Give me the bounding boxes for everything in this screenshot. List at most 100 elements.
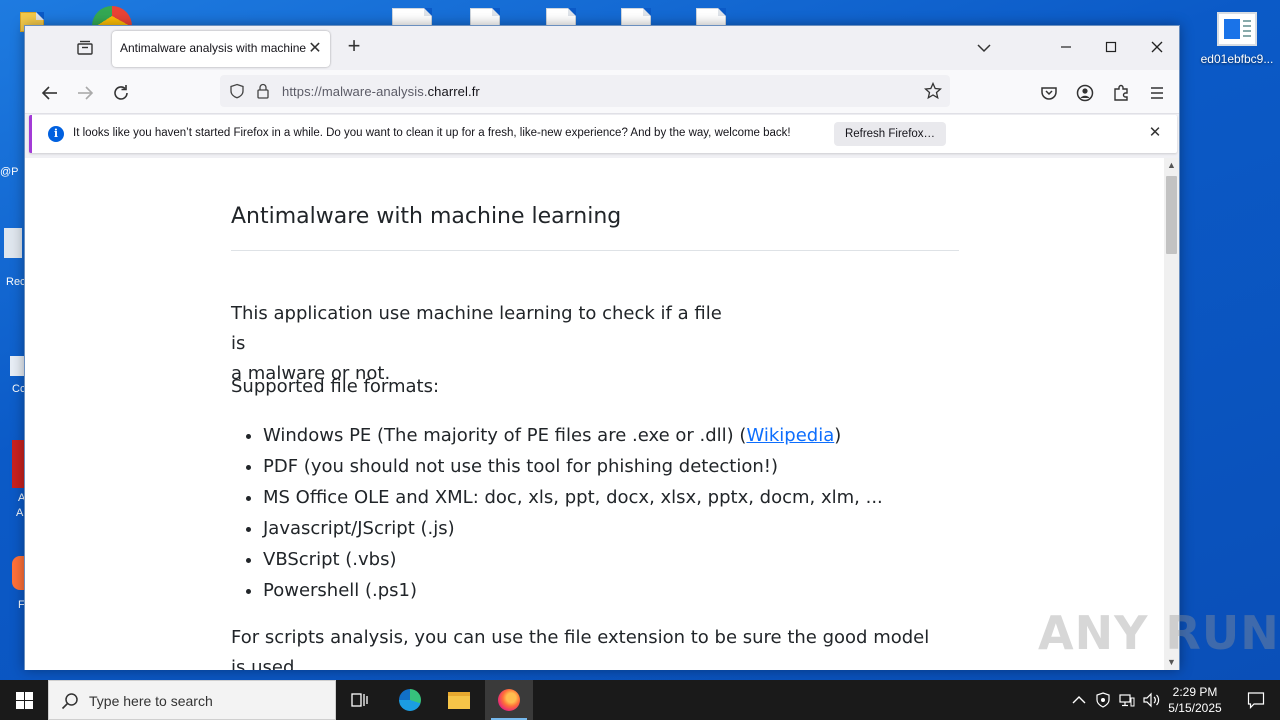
tab-active[interactable]: Antimalware analysis with machine learni… bbox=[112, 31, 330, 67]
task-view-icon bbox=[351, 693, 368, 707]
minimize-icon bbox=[1061, 46, 1071, 48]
notification-icon bbox=[1247, 692, 1265, 709]
notification-close-button[interactable]: ✕ bbox=[1147, 125, 1163, 141]
action-center-button[interactable] bbox=[1234, 680, 1280, 720]
folder-icon bbox=[448, 692, 470, 709]
page-title: Antimalware with machine learning bbox=[231, 204, 622, 229]
scroll-up-arrow-icon[interactable]: ▲ bbox=[1164, 158, 1179, 173]
network-tray-button[interactable] bbox=[1117, 680, 1137, 720]
tab-bar: Antimalware analysis with machine learni… bbox=[25, 26, 1179, 70]
firefox-window: Antimalware analysis with machine learni… bbox=[24, 25, 1180, 670]
refresh-firefox-notification: i It looks like you haven’t started Fire… bbox=[29, 115, 1177, 153]
desktop-file-ed01ebfbc9[interactable]: ed01ebfbc9... bbox=[1200, 12, 1274, 66]
app-menu-button[interactable] bbox=[1144, 80, 1170, 106]
list-item: VBScript (.vbs) bbox=[263, 544, 943, 575]
account-icon bbox=[1076, 84, 1094, 102]
lock-icon[interactable] bbox=[256, 82, 270, 100]
edge-icon bbox=[399, 689, 421, 711]
speaker-icon bbox=[1143, 692, 1160, 708]
list-item: Powershell (.ps1) bbox=[263, 575, 943, 606]
network-icon bbox=[1119, 694, 1135, 707]
file-icon[interactable] bbox=[696, 8, 726, 26]
list-all-tabs-button[interactable] bbox=[971, 36, 997, 60]
show-hidden-icons-button[interactable] bbox=[1068, 680, 1090, 720]
list-item: Windows PE (The majority of PE files are… bbox=[263, 420, 943, 451]
scripts-paragraph: For scripts analysis, you can use the fi… bbox=[231, 627, 930, 670]
chrome-icon[interactable] bbox=[92, 6, 132, 26]
defender-tray-button[interactable] bbox=[1094, 680, 1112, 720]
vertical-scrollbar[interactable]: ▲ ▼ bbox=[1164, 158, 1179, 670]
taskbar-clock[interactable]: 2:29 PM 5/15/2025 bbox=[1160, 684, 1230, 716]
file-icon[interactable] bbox=[470, 8, 500, 26]
volume-tray-button[interactable] bbox=[1141, 680, 1161, 720]
maximize-icon bbox=[1105, 41, 1117, 53]
chevron-down-icon bbox=[977, 44, 991, 53]
search-placeholder: Type here to search bbox=[89, 693, 213, 709]
scroll-thumb[interactable] bbox=[1166, 176, 1177, 254]
navigation-toolbar: https://malware-analysis.charrel.fr bbox=[25, 70, 1179, 114]
page-viewport: Antimalware with machine learning This a… bbox=[25, 158, 1165, 670]
firefox-view-icon bbox=[77, 40, 93, 55]
pocket-button[interactable] bbox=[1036, 80, 1062, 106]
desktop-file-label: ed01ebfbc9... bbox=[1200, 52, 1274, 66]
task-view-button[interactable] bbox=[336, 680, 384, 720]
shield-icon[interactable] bbox=[229, 83, 245, 99]
extensions-button[interactable] bbox=[1108, 80, 1134, 106]
link-close-paren: ) bbox=[834, 425, 842, 446]
bookmark-star-icon[interactable] bbox=[924, 82, 942, 100]
list-item: PDF (you should not use this tool for ph… bbox=[263, 451, 943, 482]
list-item: Javascript/JScript (.js) bbox=[263, 513, 943, 544]
back-button[interactable] bbox=[37, 80, 63, 106]
clock-time: 2:29 PM bbox=[1172, 685, 1218, 699]
search-icon bbox=[61, 693, 78, 710]
firefox-view-button[interactable] bbox=[75, 38, 95, 58]
hamburger-menu-icon bbox=[1151, 87, 1163, 99]
chevron-up-icon bbox=[1072, 696, 1086, 704]
desktop-icon-label: @P bbox=[0, 166, 19, 178]
firefox-taskbar-button[interactable] bbox=[485, 680, 533, 720]
reload-button[interactable] bbox=[108, 80, 134, 106]
file-icon[interactable] bbox=[392, 8, 432, 26]
clock-date: 5/15/2025 bbox=[1168, 701, 1222, 715]
arrow-right-icon bbox=[78, 86, 94, 100]
account-button[interactable] bbox=[1072, 80, 1098, 106]
url-bar[interactable]: https://malware-analysis.charrel.fr bbox=[220, 75, 950, 107]
start-button[interactable] bbox=[0, 680, 48, 720]
list-item: MS Office OLE and XML: doc, xls, ppt, do… bbox=[263, 482, 943, 513]
file-explorer-taskbar-button[interactable] bbox=[435, 680, 483, 720]
wikipedia-link[interactable]: Wikipedia bbox=[746, 425, 834, 446]
recycle-bin-icon[interactable] bbox=[4, 228, 22, 258]
acrobat-icon[interactable] bbox=[12, 440, 24, 488]
forward-button[interactable] bbox=[72, 80, 98, 106]
document-icon bbox=[1217, 12, 1257, 46]
puzzle-icon bbox=[1114, 84, 1128, 101]
reload-icon bbox=[114, 85, 128, 100]
intro-line-1: This application use machine learning to… bbox=[231, 303, 722, 354]
file-icon[interactable] bbox=[621, 8, 651, 26]
close-window-button[interactable] bbox=[1144, 36, 1170, 60]
url-prefix: https://malware-analysis. bbox=[282, 84, 428, 99]
firefox-icon bbox=[498, 689, 520, 711]
tab-title: Antimalware analysis with machine learni… bbox=[120, 41, 306, 55]
pocket-icon bbox=[1041, 87, 1057, 100]
minimize-button[interactable] bbox=[1053, 36, 1079, 60]
divider bbox=[231, 250, 959, 251]
arrow-left-icon bbox=[41, 86, 57, 100]
anyrun-watermark: ANY RUN bbox=[1038, 606, 1280, 660]
url-text: https://malware-analysis.charrel.fr bbox=[282, 84, 480, 99]
taskbar: Type here to search 2:29 PM 5/15/2025 bbox=[0, 680, 1280, 720]
file-icon[interactable] bbox=[546, 8, 576, 26]
firefox-desktop-icon[interactable] bbox=[12, 556, 24, 590]
formats-heading: Supported file formats: bbox=[231, 376, 440, 397]
tab-close-button[interactable]: ✕ bbox=[306, 40, 324, 58]
taskbar-search-box[interactable]: Type here to search bbox=[48, 680, 336, 720]
maximize-button[interactable] bbox=[1098, 36, 1124, 60]
windows-logo-icon bbox=[16, 692, 33, 709]
formats-list: Windows PE (The majority of PE files are… bbox=[263, 420, 943, 606]
edge-taskbar-button[interactable] bbox=[386, 680, 434, 720]
security-shield-icon bbox=[1096, 692, 1110, 708]
format-text: Windows PE (The majority of PE files are… bbox=[263, 425, 747, 446]
shortcut-icon[interactable] bbox=[10, 356, 24, 376]
refresh-firefox-button[interactable]: Refresh Firefox… bbox=[834, 122, 946, 146]
new-tab-button[interactable]: + bbox=[343, 35, 365, 58]
